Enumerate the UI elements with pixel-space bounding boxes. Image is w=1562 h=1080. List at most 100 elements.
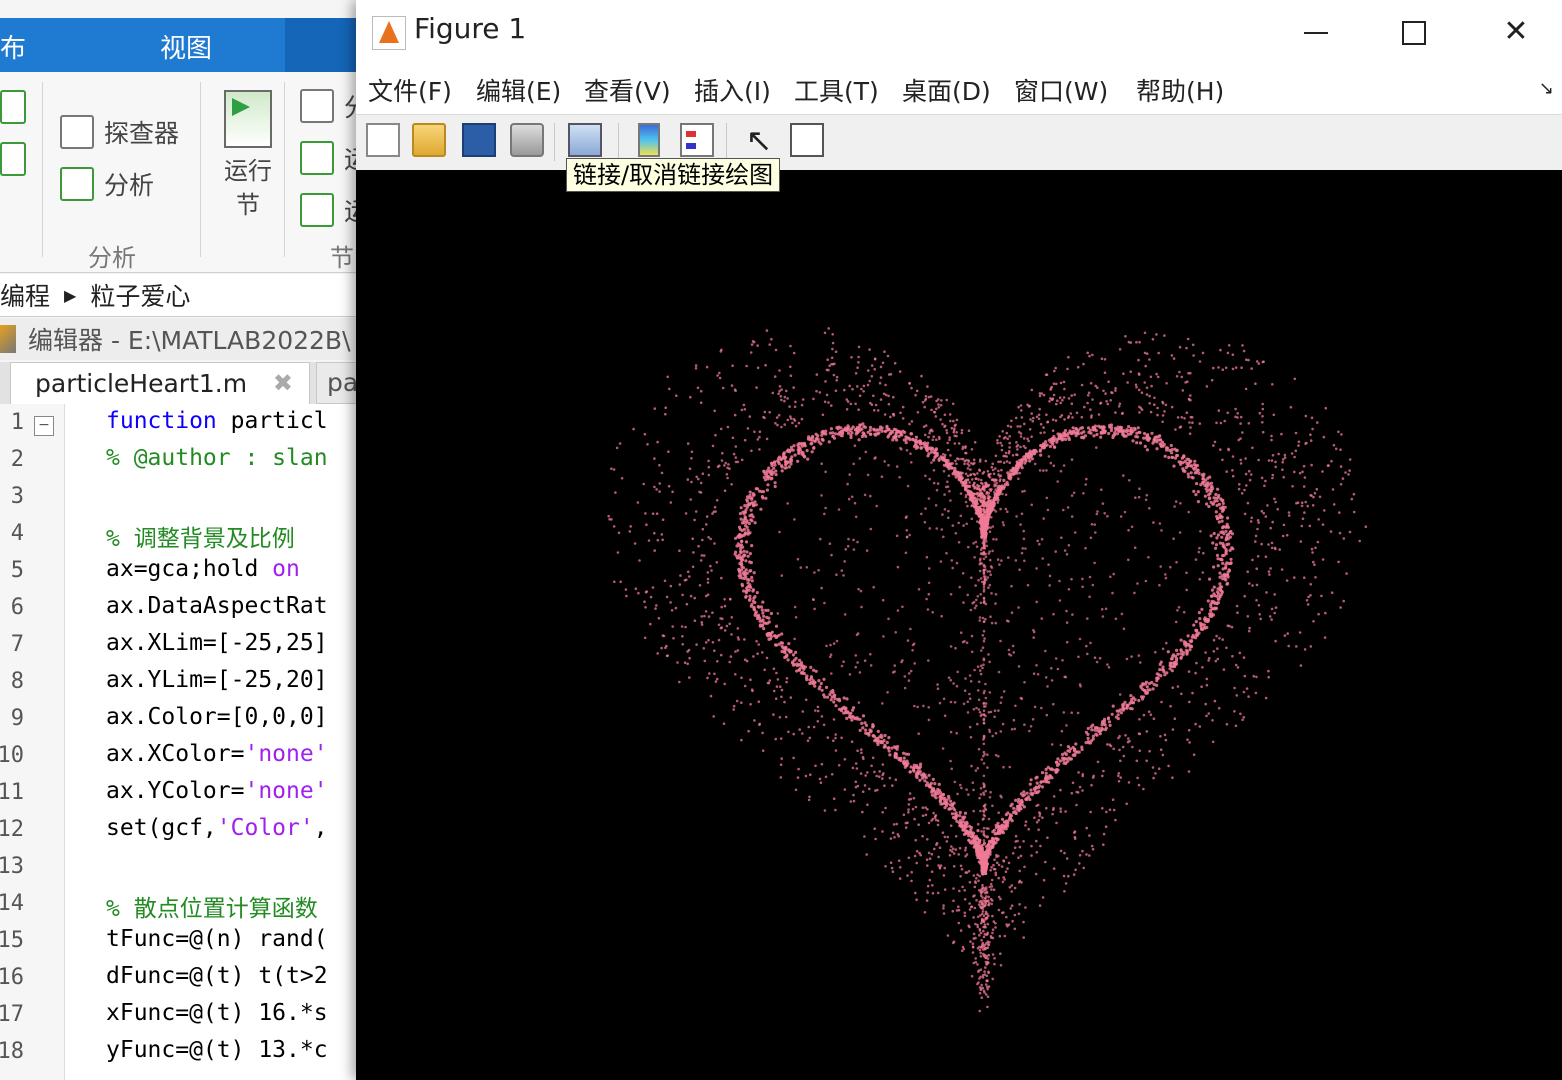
menu-help[interactable]: 帮助(H): [1136, 72, 1224, 108]
ribbon-separator: [284, 82, 285, 257]
code-text: ax.XColor=: [106, 741, 245, 767]
analyze-button[interactable]: 分析: [60, 166, 154, 202]
particle-point: [915, 898, 918, 901]
particle-point: [745, 577, 750, 582]
particle-point: [1044, 649, 1047, 653]
tab-publish[interactable]: 布: [0, 28, 26, 65]
tab-view[interactable]: 视图: [160, 28, 212, 65]
property-panel-icon[interactable]: [790, 123, 824, 157]
particle-point: [801, 732, 804, 735]
minimize-button[interactable]: [1286, 10, 1346, 54]
figure-titlebar[interactable]: Figure 1 ✕: [356, 0, 1562, 64]
particle-point: [1054, 657, 1058, 660]
particle-point: [1085, 826, 1088, 830]
menu-tools[interactable]: 工具(T): [794, 72, 879, 108]
menu-edit[interactable]: 编辑(E): [476, 72, 561, 108]
particle-point: [952, 852, 956, 855]
particle-point: [723, 489, 727, 493]
close-button[interactable]: ✕: [1486, 10, 1546, 54]
particle-point: [1028, 459, 1032, 463]
particle-point: [1018, 903, 1021, 906]
particle-point: [869, 527, 873, 531]
fold-toggle-icon[interactable]: −: [34, 416, 54, 436]
particle-point: [924, 776, 928, 780]
maximize-button[interactable]: [1384, 10, 1444, 54]
breadcrumb-parent[interactable]: 编程: [0, 277, 50, 313]
file-tab-next[interactable]: pa: [316, 362, 360, 404]
particle-point: [794, 788, 798, 792]
menu-insert[interactable]: 插入(I): [694, 72, 771, 108]
menu-window[interactable]: 窗口(W): [1014, 72, 1108, 108]
plot-axes[interactable]: [356, 170, 1562, 1080]
particle-point: [1157, 767, 1161, 770]
particle-point: [1016, 425, 1019, 428]
particle-point: [689, 594, 693, 598]
particle-point: [742, 549, 746, 553]
particle-point: [953, 808, 957, 812]
particle-point: [753, 521, 757, 525]
particle-point: [1002, 461, 1006, 465]
particle-point: [1071, 613, 1074, 616]
close-tab-icon[interactable]: ✖: [273, 369, 293, 397]
pointer-icon[interactable]: ↖: [742, 123, 776, 157]
analyze-icon: [60, 167, 94, 201]
particle-point: [734, 673, 737, 676]
particle-point: [829, 690, 833, 694]
menu-desktop[interactable]: 桌面(D): [902, 72, 991, 108]
explorer-button[interactable]: 探查器: [60, 114, 179, 150]
menu-file[interactable]: 文件(F): [368, 72, 452, 108]
group-label-section: 节: [330, 244, 354, 272]
open-folder-icon[interactable]: [412, 123, 446, 157]
ribbon-cut-icon-2[interactable]: [0, 142, 36, 176]
particle-point: [1137, 388, 1141, 392]
colorbar-icon[interactable]: [638, 123, 660, 157]
particle-point: [1254, 534, 1258, 538]
particle-point: [1156, 413, 1159, 417]
ribbon-cut-icon-1[interactable]: [0, 90, 36, 124]
particle-point: [1138, 441, 1143, 445]
particle-point: [1063, 387, 1066, 391]
link-plot-icon[interactable]: [568, 123, 602, 157]
print-icon[interactable]: [510, 123, 544, 157]
particle-point: [1076, 711, 1080, 715]
particle-point: [1142, 787, 1145, 791]
run-advance-button[interactable]: 运: [300, 140, 360, 176]
section-break-button[interactable]: 分: [300, 88, 360, 124]
particle-point: [829, 427, 833, 431]
save-icon[interactable]: [462, 123, 496, 157]
run-section-button[interactable]: 运行 节: [222, 90, 274, 222]
dock-arrow-icon[interactable]: ↘: [1539, 78, 1554, 99]
particle-point: [946, 480, 949, 484]
particle-point: [857, 345, 861, 349]
particle-point: [1011, 644, 1015, 648]
particle-point: [994, 602, 997, 605]
particle-point: [932, 787, 936, 791]
particle-point: [860, 721, 864, 726]
particle-point: [985, 890, 988, 894]
legend-icon[interactable]: [680, 123, 714, 157]
particle-point: [643, 636, 647, 640]
run-to-end-button[interactable]: 运: [300, 192, 360, 228]
breadcrumb-current[interactable]: 粒子爱心: [90, 277, 190, 313]
particle-point: [863, 721, 867, 725]
particle-point: [1106, 514, 1109, 518]
particle-point: [1030, 388, 1034, 392]
particle-point: [942, 904, 945, 907]
particle-point: [1195, 661, 1198, 665]
particle-point: [883, 460, 886, 463]
particle-point: [1276, 507, 1279, 511]
new-file-icon[interactable]: [366, 123, 400, 157]
code-editor[interactable]: 1 2 3 4 5 6 7 8 9 10 11 12 13 14 15 16 1…: [0, 404, 360, 1080]
particle-point: [999, 964, 1003, 967]
particle-point: [846, 710, 850, 714]
particle-point: [1138, 405, 1141, 409]
menu-view[interactable]: 查看(V): [584, 72, 671, 108]
particle-point: [774, 624, 779, 628]
particle-point: [1118, 748, 1121, 752]
file-tab-active[interactable]: particleHeart1.m ✖: [10, 362, 310, 404]
particle-point: [718, 376, 722, 380]
particle-point: [998, 828, 1002, 832]
particle-point: [804, 774, 808, 778]
particle-point: [693, 619, 697, 622]
particle-point: [1273, 497, 1276, 501]
